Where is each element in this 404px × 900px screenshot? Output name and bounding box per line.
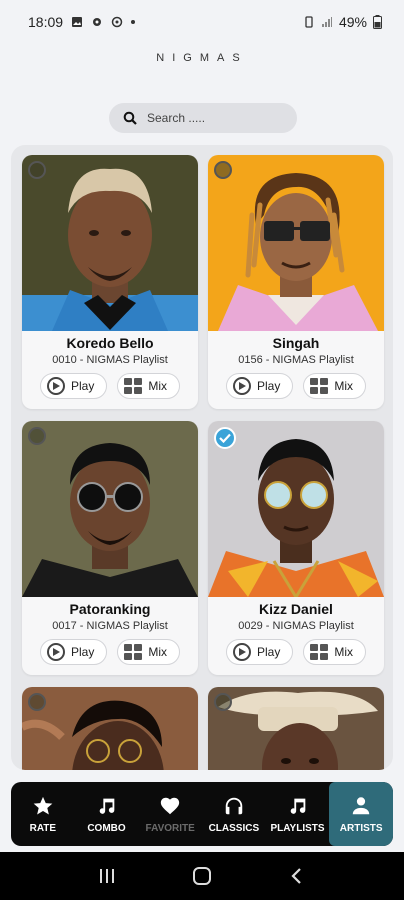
artist-playlist: 0010 - NIGMAS Playlist	[52, 354, 168, 366]
artist-card[interactable]	[22, 687, 198, 770]
grid-icon	[124, 644, 143, 660]
artist-name: Kizz Daniel	[259, 601, 333, 617]
play-label: Play	[70, 379, 95, 393]
vibrate-icon	[305, 16, 313, 28]
home-icon[interactable]	[192, 866, 212, 886]
artist-photo[interactable]	[22, 155, 198, 331]
artist-portrait-image	[208, 155, 384, 331]
artist-name: Koredo Bello	[66, 335, 154, 351]
status-time: 18:09	[28, 14, 64, 30]
back-icon[interactable]	[288, 867, 306, 885]
artist-card[interactable]	[208, 687, 384, 770]
mix-button[interactable]: Mix	[117, 373, 180, 399]
play-icon	[46, 643, 65, 661]
select-toggle[interactable]	[214, 161, 232, 179]
artist-name: Singah	[272, 335, 320, 351]
artist-photo[interactable]	[22, 421, 198, 597]
artist-card[interactable]: Kizz Daniel 0029 - NIGMAS Playlist Play …	[208, 421, 384, 675]
select-toggle[interactable]	[214, 427, 236, 449]
select-toggle[interactable]	[28, 427, 46, 445]
search-input[interactable]	[147, 111, 277, 125]
artist-card[interactable]: Patoranking 0017 - NIGMAS Playlist Play …	[22, 421, 198, 675]
nav-item-rate[interactable]: RATE	[11, 782, 75, 846]
nav-item-artists[interactable]: ARTISTS	[329, 782, 393, 846]
nav-item-combo[interactable]: COMBO	[75, 782, 139, 846]
grid-icon	[310, 644, 329, 660]
mix-label: Mix	[334, 645, 353, 659]
play-button[interactable]: Play	[225, 639, 294, 665]
artist-photo[interactable]	[208, 155, 384, 331]
mix-label: Mix	[148, 379, 167, 393]
app-screen: 18:09 49% NIGMAS Search ..... Koredo Bel…	[0, 0, 404, 900]
artist-portrait-image	[22, 421, 198, 597]
person-icon	[352, 796, 370, 814]
music-note-icon	[99, 798, 114, 814]
system-navigation-bar	[0, 852, 404, 900]
artist-card[interactable]: Koredo Bello 0010 - NIGMAS Playlist Play…	[22, 155, 198, 409]
artist-photo[interactable]	[22, 687, 198, 770]
artist-portrait-image	[208, 687, 384, 770]
artist-photo[interactable]	[208, 687, 384, 770]
play-icon	[232, 643, 251, 661]
signal-icon	[321, 17, 332, 27]
recent-apps-icon[interactable]	[98, 867, 116, 885]
heart-icon	[161, 797, 180, 814]
artist-portrait-image	[22, 155, 198, 331]
image-icon	[72, 17, 83, 27]
play-button[interactable]: Play	[225, 373, 294, 399]
nav-label: COMBO	[87, 822, 126, 834]
battery-icon	[373, 15, 382, 29]
mix-button[interactable]: Mix	[303, 639, 366, 665]
play-icon	[232, 377, 251, 395]
nav-item-favorite[interactable]: FAVORITE	[138, 782, 202, 846]
artist-card[interactable]: Singah 0156 - NIGMAS Playlist Play Mix	[208, 155, 384, 409]
play-label: Play	[256, 379, 281, 393]
grid-icon	[310, 378, 329, 394]
mix-button[interactable]: Mix	[303, 373, 366, 399]
headphones-icon	[225, 797, 243, 814]
play-label: Play	[256, 645, 281, 659]
nav-label: FAVORITE	[145, 822, 195, 834]
star-icon	[33, 796, 53, 815]
artist-playlist: 0017 - NIGMAS Playlist	[52, 620, 168, 632]
search-bar[interactable]	[109, 103, 297, 133]
select-toggle[interactable]	[214, 693, 232, 711]
nav-label: RATE	[29, 822, 57, 834]
play-label: Play	[70, 645, 95, 659]
music-note-icon	[290, 798, 305, 814]
app-title: NIGMAS	[156, 52, 248, 64]
mix-label: Mix	[334, 379, 353, 393]
check-icon	[219, 433, 231, 443]
grid-icon	[124, 378, 143, 394]
settings-icon	[111, 16, 123, 28]
nav-label: PLAYLISTS	[270, 822, 325, 834]
artist-playlist: 0029 - NIGMAS Playlist	[238, 620, 354, 632]
artist-grid[interactable]: Koredo Bello 0010 - NIGMAS Playlist Play…	[11, 145, 393, 770]
artist-photo[interactable]	[208, 421, 384, 597]
status-bar: 18:09 49%	[0, 0, 404, 44]
gear-icon	[93, 18, 102, 26]
play-button[interactable]: Play	[39, 373, 108, 399]
battery-level: 49%	[338, 14, 367, 30]
artist-name: Patoranking	[69, 601, 151, 617]
mix-label: Mix	[148, 645, 167, 659]
select-toggle[interactable]	[28, 161, 46, 179]
play-button[interactable]: Play	[39, 639, 108, 665]
mix-button[interactable]: Mix	[117, 639, 180, 665]
nav-item-playlists[interactable]: PLAYLISTS	[266, 782, 330, 846]
bottom-navigation: RATE COMBO FAVORITE CLASSICS PLAYLISTS A…	[11, 782, 393, 846]
play-icon	[46, 377, 65, 395]
nav-label: CLASSICS	[208, 822, 260, 834]
nav-item-classics[interactable]: CLASSICS	[202, 782, 266, 846]
artist-portrait-image	[22, 687, 198, 770]
artist-playlist: 0156 - NIGMAS Playlist	[238, 354, 354, 366]
select-toggle[interactable]	[28, 693, 46, 711]
nav-label: ARTISTS	[339, 822, 383, 834]
notification-dot-icon	[131, 20, 136, 24]
search-icon	[123, 111, 137, 125]
artist-portrait-image	[208, 421, 384, 597]
